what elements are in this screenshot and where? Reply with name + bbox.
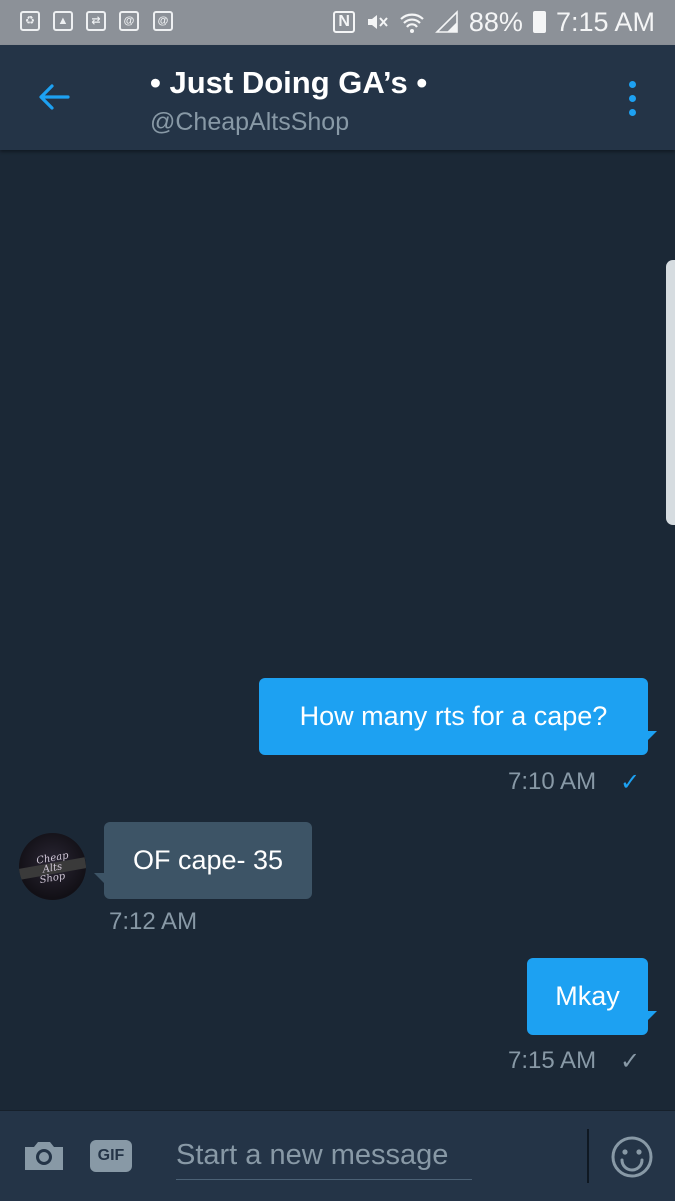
read-check-icon: ✓ — [620, 769, 641, 796]
message-bubble-outgoing[interactable]: Mkay — [527, 958, 648, 1035]
scrollbar[interactable] — [666, 260, 675, 525]
recycle-icon: ♻ — [20, 11, 40, 31]
conversation-title[interactable]: • Just Doing GA’s • — [150, 65, 427, 101]
bubble-tail — [647, 731, 657, 741]
message-timestamp: 7:10 AM — [508, 768, 597, 795]
message-composer: GIF — [0, 1110, 675, 1201]
battery-icon — [532, 11, 546, 33]
avatar[interactable]: Cheap Alts Shop — [19, 833, 86, 900]
back-arrow-icon[interactable] — [34, 77, 74, 117]
message-timestamp: 7:12 AM — [109, 908, 198, 935]
mute-icon — [367, 15, 388, 29]
message-text: How many rts for a cape? — [299, 701, 608, 731]
wifi-icon — [400, 13, 424, 33]
conversation-header: • Just Doing GA’s • @CheapAltsShop — [0, 45, 675, 150]
bubble-tail — [94, 873, 104, 883]
status-bar-right: N 88% 7:15 AM — [333, 6, 655, 38]
nfc-icon: N — [333, 11, 355, 33]
message-bubble-incoming[interactable]: OF cape- 35 — [104, 822, 312, 899]
at-icon: @ — [119, 11, 139, 31]
emoji-icon[interactable] — [610, 1135, 654, 1179]
battery-percent: 88% — [468, 6, 523, 37]
message-text: Mkay — [555, 981, 620, 1011]
conversation-handle: @CheapAltsShop — [150, 108, 350, 136]
bubble-tail — [647, 1011, 657, 1021]
sent-check-icon: ✓ — [620, 1048, 641, 1075]
retweet-icon: ⇄ — [86, 11, 106, 31]
status-time: 7:15 AM — [555, 6, 655, 37]
divider — [587, 1129, 589, 1183]
image-icon: ▲ — [53, 11, 73, 31]
gif-button[interactable]: GIF — [90, 1140, 132, 1172]
signal-icon — [434, 10, 458, 33]
message-timestamp: 7:15 AM — [508, 1047, 597, 1074]
more-options-icon[interactable] — [620, 79, 646, 119]
message-input[interactable] — [176, 1131, 472, 1180]
message-bubble-outgoing[interactable]: How many rts for a cape? — [259, 678, 648, 755]
camera-icon[interactable] — [22, 1139, 66, 1173]
message-text: OF cape- 35 — [132, 845, 284, 875]
at-icon: @ — [153, 11, 173, 31]
status-bar: ♻ ▲ ⇄ @ @ N 88% 7:15 AM — [0, 0, 675, 45]
